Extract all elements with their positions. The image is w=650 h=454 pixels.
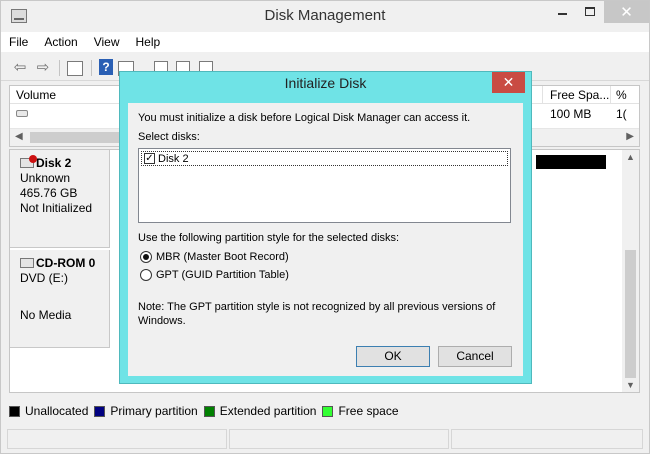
legend-swatch — [9, 405, 20, 417]
scroll-down-icon[interactable]: ▼ — [626, 380, 635, 390]
disk-name: CD-ROM 0 — [36, 256, 96, 270]
minimize-button[interactable] — [548, 1, 576, 23]
column-divider — [610, 86, 611, 104]
legend-label: Extended partition — [219, 404, 317, 418]
disk-checkbox[interactable]: ✓ — [144, 153, 155, 164]
gpt-note: Note: The GPT partition style is not rec… — [138, 301, 496, 327]
scroll-thumb[interactable] — [625, 250, 636, 378]
gpt-radio[interactable] — [140, 269, 152, 281]
close-button[interactable]: ✕ — [604, 1, 649, 23]
mbr-radio[interactable] — [140, 251, 152, 263]
minimize-icon — [558, 13, 567, 15]
partition-style-label: Use the following partition style for th… — [138, 232, 400, 244]
close-icon: ✕ — [502, 74, 515, 90]
status-segment — [7, 429, 227, 449]
legend-swatch — [94, 405, 106, 417]
legend-item: Unallocated — [9, 404, 88, 418]
disk-error-icon — [20, 155, 37, 168]
disk-name-row: CD-ROM 0 — [20, 256, 109, 270]
legend-label: Unallocated — [25, 404, 89, 418]
maximize-button[interactable] — [576, 1, 604, 23]
legend-swatch — [322, 405, 334, 417]
menu-file[interactable]: File — [1, 32, 36, 52]
column-free-space[interactable]: Free Spa... — [550, 88, 609, 102]
percent-free-cell: 1( — [616, 107, 627, 121]
free-space-cell: 100 MB — [550, 107, 592, 121]
disk-type: Unknown — [20, 171, 71, 185]
vertical-scrollbar[interactable]: ▲ ▼ — [622, 150, 639, 392]
column-divider — [542, 86, 543, 104]
legend-label: Free space — [338, 404, 399, 418]
menu-help[interactable]: Help — [128, 32, 169, 52]
legend-item: Extended partition — [203, 404, 317, 418]
gpt-label: GPT (GUID Partition Table) — [156, 269, 289, 281]
column-volume[interactable]: Volume — [16, 88, 56, 102]
disk-status: No Media — [20, 308, 72, 322]
caption-buttons: ✕ — [548, 1, 649, 23]
disk-label[interactable]: CD-ROM 0 DVD (E:) No Media — [10, 250, 110, 348]
status-segment — [229, 429, 449, 449]
status-bar — [1, 426, 649, 453]
disk-label[interactable]: Disk 2 Unknown 465.76 GB Not Initialized — [10, 150, 110, 248]
dialog-body: You must initialize a disk before Logica… — [128, 103, 523, 376]
back-icon[interactable]: ⇦ — [11, 59, 29, 77]
disk-status: Not Initialized — [20, 201, 93, 215]
cancel-button[interactable]: Cancel — [438, 346, 512, 367]
menu-action[interactable]: Action — [36, 32, 85, 52]
disk-name-row: Disk 2 — [20, 155, 109, 170]
forward-icon[interactable]: ⇨ — [34, 59, 52, 77]
list-item[interactable]: ✓ Disk 2 — [141, 151, 508, 166]
title-bar[interactable]: Disk Management ✕ — [1, 1, 649, 31]
gpt-option[interactable]: GPT (GUID Partition Table) — [140, 269, 289, 281]
scroll-left-icon[interactable]: ◀ — [15, 131, 23, 142]
maximize-icon — [585, 7, 595, 16]
disk-size — [20, 286, 109, 300]
disk-item-label: Disk 2 — [158, 152, 189, 165]
dialog-message: You must initialize a disk before Logica… — [138, 112, 471, 124]
column-percent-free[interactable]: % — [616, 88, 627, 102]
disk-size: 465.76 GB — [20, 186, 78, 200]
disk-select-list[interactable]: ✓ Disk 2 — [138, 148, 511, 223]
show-hide-console-tree-icon[interactable] — [67, 61, 83, 76]
menu-bar: File Action View Help — [1, 32, 649, 52]
status-segment — [451, 429, 643, 449]
menu-view[interactable]: View — [86, 32, 128, 52]
select-disks-label: Select disks: — [138, 131, 200, 143]
toolbar-separator — [59, 60, 60, 76]
toolbar-separator — [91, 60, 92, 76]
legend-item: Free space — [322, 404, 399, 418]
legend-item: Primary partition — [94, 404, 198, 418]
volume-icon — [16, 110, 28, 117]
dialog-title: Initialize Disk — [284, 75, 367, 91]
mbr-label: MBR (Master Boot Record) — [156, 251, 289, 263]
legend-swatch — [203, 405, 215, 417]
help-icon[interactable]: ? — [99, 59, 113, 75]
cd-drive-icon — [20, 258, 34, 268]
scroll-right-icon[interactable]: ▶ — [626, 131, 634, 142]
unallocated-region[interactable] — [536, 155, 606, 169]
legend-label: Primary partition — [110, 404, 198, 418]
close-icon: ✕ — [620, 4, 633, 21]
disk-name: Disk 2 — [36, 156, 72, 170]
dialog-close-button[interactable]: ✕ — [492, 72, 525, 93]
scroll-up-icon[interactable]: ▲ — [626, 152, 635, 162]
mbr-option[interactable]: MBR (Master Boot Record) — [140, 251, 289, 263]
legend: Unallocated Primary partition Extended p… — [9, 401, 405, 421]
initialize-disk-dialog: Initialize Disk ✕ You must initialize a … — [119, 71, 532, 384]
ok-button[interactable]: OK — [356, 346, 430, 367]
disk-type: DVD (E:) — [20, 271, 68, 285]
